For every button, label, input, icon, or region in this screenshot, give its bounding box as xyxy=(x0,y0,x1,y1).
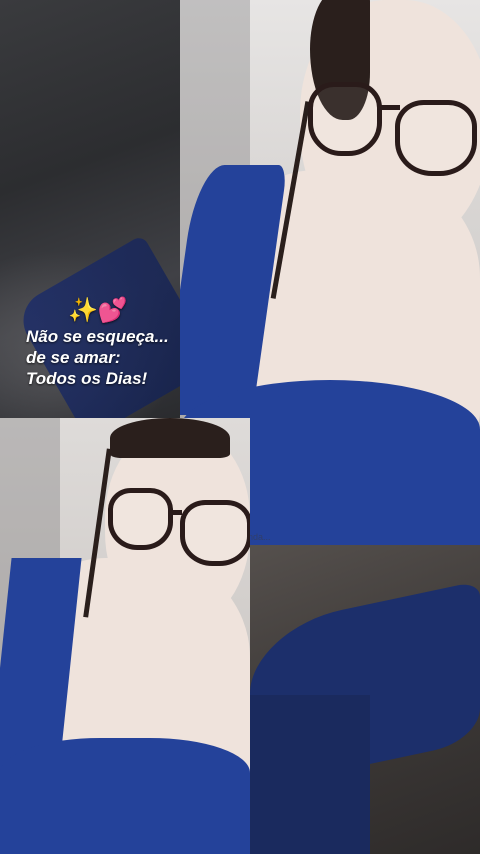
bottom-right-photo-panel xyxy=(250,545,480,854)
watermark-text: nda... xyxy=(248,532,271,542)
caption-line-1: Não se esqueça... xyxy=(26,327,169,346)
glasses-left-lens xyxy=(308,82,382,156)
glasses-left-lens xyxy=(108,488,173,550)
blue-top xyxy=(0,738,250,854)
glasses-bridge xyxy=(168,510,182,515)
caption-line-3: Todos os Dias! xyxy=(26,369,148,388)
bottom-left-photo-panel xyxy=(0,418,250,854)
caption: ✨💕 Não se esqueça... de se amar: Todos o… xyxy=(26,296,196,389)
glasses-right-lens xyxy=(395,100,477,176)
blue-top-lower xyxy=(250,695,370,854)
caption-line-2: de se amar: xyxy=(26,348,121,367)
hair xyxy=(110,418,230,458)
glasses-bridge xyxy=(380,105,400,110)
glasses-right-lens xyxy=(180,500,250,566)
sparkles-hearts-emoji: ✨💕 xyxy=(68,297,128,324)
